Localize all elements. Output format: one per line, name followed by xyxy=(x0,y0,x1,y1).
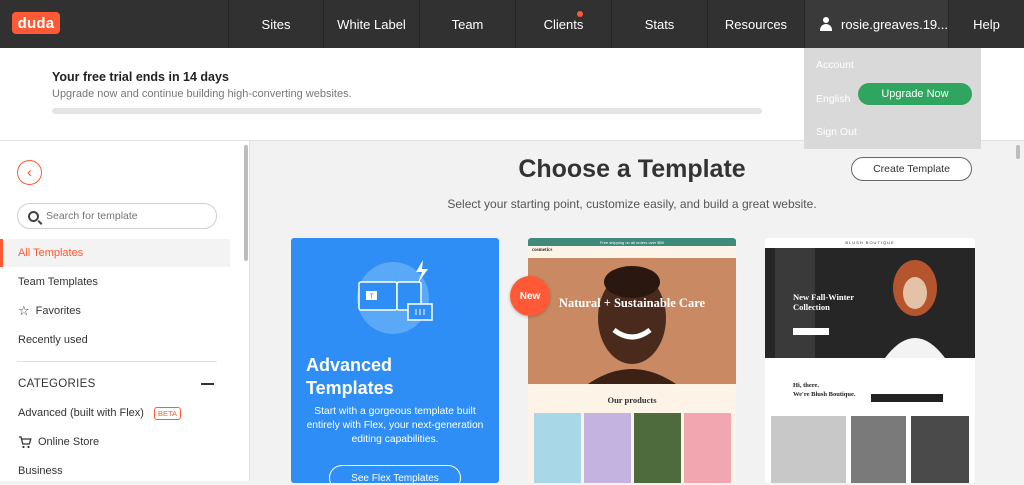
chevron-left-icon: ‹ xyxy=(27,164,32,181)
user-name: rosie.greaves.19... xyxy=(841,16,948,32)
nav-team[interactable]: Team xyxy=(419,0,515,48)
see-flex-templates-button[interactable]: See Flex Templates xyxy=(329,465,461,483)
template-card-cosmetics[interactable]: Free shipping on all orders over $50 cos… xyxy=(528,238,736,483)
template-search xyxy=(17,203,217,229)
search-input[interactable] xyxy=(46,210,206,222)
template2-hero-text: New Fall-Winter Collection xyxy=(793,292,854,312)
nav-stats[interactable]: Stats xyxy=(611,0,707,48)
trial-subtitle: Upgrade now and continue building high-c… xyxy=(52,88,352,100)
new-badge: New xyxy=(510,276,550,316)
template2-hero-line1: New Fall-Winter xyxy=(793,292,854,302)
template2-hero-button xyxy=(793,328,829,335)
dropdown-english[interactable]: English xyxy=(816,93,850,105)
top-nav: duda Sites White Label Team Clients Stat… xyxy=(0,0,1024,48)
category-online-store[interactable]: Online Store xyxy=(0,428,230,456)
notification-dot xyxy=(577,11,583,17)
product-image xyxy=(534,413,581,483)
favorites-label: Favorites xyxy=(35,305,81,317)
template1-hero-text: Natural + Sustainable Care xyxy=(558,296,706,310)
nav-items: Sites White Label Team Clients Stats Res… xyxy=(228,0,1024,48)
advanced-description: Start with a gorgeous template built ent… xyxy=(306,406,484,445)
nav-clients[interactable]: Clients xyxy=(515,0,611,48)
advanced-title-line1: Advanced xyxy=(306,355,393,375)
template1-brand: cosmetics xyxy=(532,248,553,253)
product-image xyxy=(911,416,969,483)
flex-editor-illustration: T xyxy=(357,260,433,334)
duda-logo[interactable]: duda xyxy=(12,12,60,34)
beta-badge: BETA xyxy=(153,406,181,420)
product-image xyxy=(851,416,906,483)
upgrade-now-button[interactable]: Upgrade Now xyxy=(858,83,972,105)
category-advanced[interactable]: Advanced (built with Flex) BETA xyxy=(0,399,230,427)
nav-white-label[interactable]: White Label xyxy=(323,0,419,48)
main-content: Choose a Template Select your starting p… xyxy=(251,141,1024,483)
dropdown-sign-out[interactable]: Sign Out xyxy=(816,126,857,138)
nav-help[interactable]: Help xyxy=(948,0,1024,48)
advanced-title-line2: Templates xyxy=(306,378,394,398)
template1-hero: Natural + Sustainable Care xyxy=(528,258,736,384)
template1-section-title: Our products xyxy=(607,395,657,405)
template2-greeting-line1: Hi, there. xyxy=(793,382,820,389)
nav-resources[interactable]: Resources xyxy=(707,0,804,48)
template-card-boutique[interactable]: BLUSH BOUTIQUE New Fall-Winter Collectio… xyxy=(765,238,975,483)
template1-hero-image xyxy=(528,258,736,384)
dropdown-account[interactable]: Account xyxy=(816,59,854,71)
product-image xyxy=(771,416,846,483)
categories-title: CATEGORIES xyxy=(18,378,96,390)
sidebar-item-all-templates[interactable]: All Templates xyxy=(0,239,230,267)
trial-title: Your free trial ends in 14 days xyxy=(52,70,229,84)
template2-hero: New Fall-Winter Collection xyxy=(765,248,975,358)
svg-text:T: T xyxy=(369,294,374,301)
nav-clients-label: Clients xyxy=(543,16,584,32)
sidebar-scrollbar[interactable] xyxy=(244,145,248,261)
sidebar-item-team-templates[interactable]: Team Templates xyxy=(0,268,230,296)
advanced-title: Advanced Templates xyxy=(306,354,486,400)
trial-progress-bar xyxy=(52,108,762,114)
user-icon xyxy=(819,17,833,31)
template1-header: cosmetics xyxy=(528,246,736,258)
template2-dark-button xyxy=(871,394,943,402)
advanced-templates-card[interactable]: T Advanced Templates Start with a gorgeo… xyxy=(291,238,499,483)
star-icon: ☆ xyxy=(18,303,30,318)
template2-greeting: Hi, there. We're Blush Boutique. xyxy=(793,381,856,399)
sidebar-divider xyxy=(17,361,217,362)
main-scrollbar[interactable] xyxy=(1016,145,1020,159)
template2-hero-line2: Collection xyxy=(793,302,830,312)
collapse-categories-icon[interactable] xyxy=(201,383,214,385)
category-advanced-label: Advanced (built with Flex) xyxy=(18,407,144,419)
product-image xyxy=(634,413,681,483)
template2-greeting-line2: We're Blush Boutique. xyxy=(793,391,856,398)
search-icon xyxy=(28,210,39,222)
create-template-button[interactable]: Create Template xyxy=(851,157,972,181)
back-button[interactable]: ‹ xyxy=(17,160,42,185)
template1-promo-bar: Free shipping on all orders over $50 xyxy=(528,238,736,246)
user-menu[interactable]: rosie.greaves.19... xyxy=(804,0,948,48)
template2-brand: BLUSH BOUTIQUE xyxy=(845,240,895,245)
category-online-store-label: Online Store xyxy=(38,436,100,448)
sidebar-item-recently-used[interactable]: Recently used xyxy=(0,326,230,354)
template2-header: BLUSH BOUTIQUE xyxy=(765,238,975,248)
user-dropdown: Account English Upgrade Now Sign Out xyxy=(804,48,981,149)
cart-icon xyxy=(19,435,32,448)
sidebar: ‹ All Templates Team Templates ☆ Favorit… xyxy=(0,141,250,481)
sidebar-item-favorites[interactable]: ☆ Favorites xyxy=(0,297,230,325)
product-image xyxy=(684,413,731,483)
product-image xyxy=(584,413,631,483)
page-subtitle: Select your starting point, customize ea… xyxy=(447,197,817,211)
nav-sites[interactable]: Sites xyxy=(228,0,323,48)
